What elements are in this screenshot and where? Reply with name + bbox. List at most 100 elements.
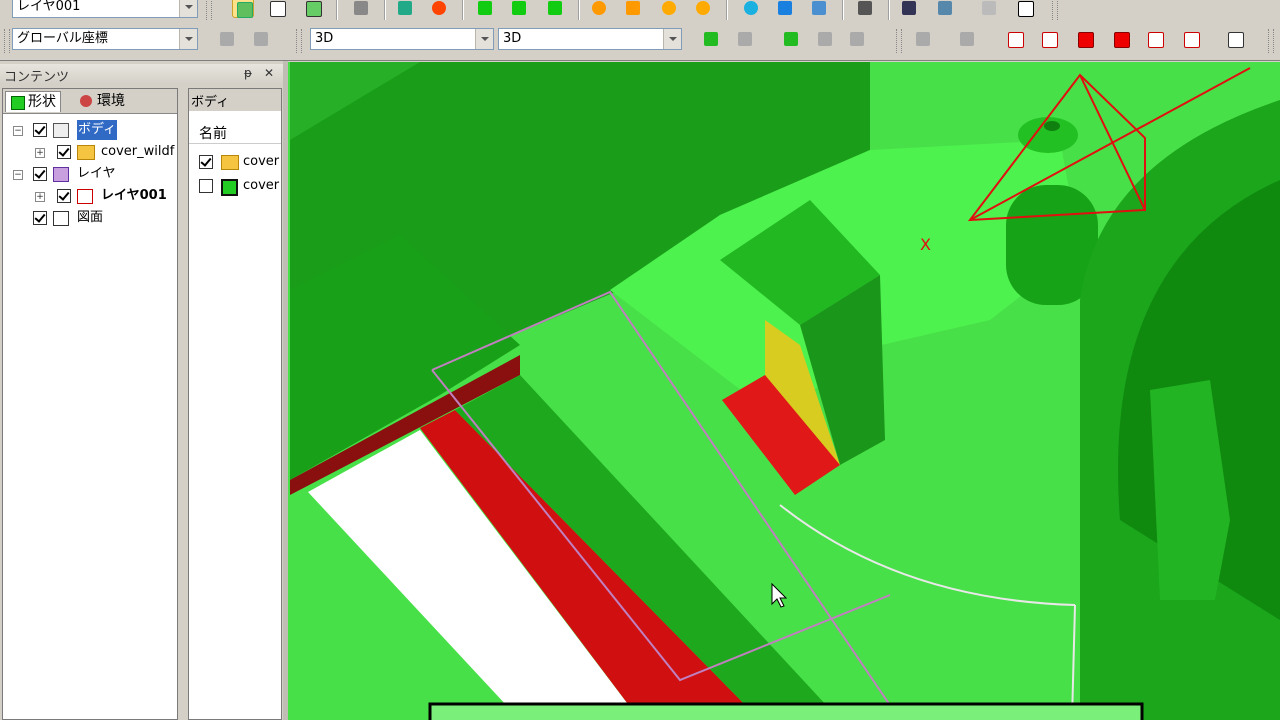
- disabled-tool-button[interactable]: [250, 29, 272, 49]
- move-tool-button[interactable]: [622, 0, 644, 18]
- checkbox[interactable]: [33, 167, 47, 181]
- toolbar-top: レイヤ001: [0, 0, 1280, 23]
- view-combo-1[interactable]: 3D: [310, 28, 494, 50]
- no-entry-tool-button[interactable]: [428, 0, 450, 18]
- disabled-tool-button[interactable]: [814, 29, 836, 49]
- tab-shape[interactable]: 形状: [5, 91, 61, 112]
- pick-tool-button[interactable]: [898, 0, 920, 18]
- zoom-icon: [812, 1, 826, 15]
- close-icon[interactable]: ✕: [264, 66, 274, 80]
- contents-title-bar: コンテンツ ᵽ ✕: [0, 64, 283, 85]
- toolbar-grip[interactable]: [4, 29, 10, 53]
- toolbar-grip[interactable]: [1268, 29, 1274, 53]
- checkbox[interactable]: [33, 211, 47, 225]
- tab-shape-label: 形状: [28, 94, 56, 110]
- view-cube-icon: [1078, 32, 1094, 48]
- disabled-tool-button[interactable]: [956, 29, 978, 49]
- toolbar-grip[interactable]: [1052, 0, 1058, 20]
- select-icon: [237, 2, 253, 18]
- view-combo-2[interactable]: 3D: [498, 28, 682, 50]
- view-combo-2-value: 3D: [503, 31, 522, 46]
- view-cube-button-6[interactable]: [1180, 29, 1202, 49]
- no-entry-icon: [432, 1, 446, 15]
- view-cube-icon: [1184, 32, 1200, 48]
- cube-tool-button-3[interactable]: [544, 0, 566, 18]
- chevron-down-icon: [663, 29, 681, 49]
- view-cube-button-4[interactable]: [1110, 29, 1132, 49]
- folder-icon: [221, 155, 239, 170]
- tree-item-label: 図面: [77, 210, 104, 225]
- collapse-icon[interactable]: −: [13, 126, 23, 136]
- view-cube-icon: [1148, 32, 1164, 48]
- disabled-tool-button[interactable]: [912, 29, 934, 49]
- layer-combo[interactable]: レイヤ001: [12, 0, 198, 18]
- toolbar-separator: [888, 0, 890, 20]
- disabled-icon: [960, 32, 974, 46]
- tree-tabs: 形状 環境: [3, 89, 177, 114]
- disabled-icon: [982, 1, 996, 15]
- view-cube-button-5[interactable]: [1144, 29, 1166, 49]
- toolbar-grip[interactable]: [296, 29, 302, 53]
- grid-tool-button[interactable]: [350, 0, 372, 18]
- toolbar-grip[interactable]: [206, 0, 212, 20]
- column-header-name[interactable]: 名前: [189, 119, 281, 144]
- list-item-label: cover: [243, 178, 280, 193]
- 3d-viewport[interactable]: X: [288, 62, 1280, 720]
- checkbox[interactable]: [199, 179, 213, 193]
- cube-icon: [548, 1, 562, 15]
- expand-icon[interactable]: +: [35, 192, 45, 202]
- chevron-down-icon: [179, 0, 197, 17]
- view-cube-button-1[interactable]: [1004, 29, 1026, 49]
- toolbar-separator: [726, 0, 728, 20]
- undo-tool-button[interactable]: [658, 0, 680, 18]
- redo-tool-button[interactable]: [692, 0, 714, 18]
- cube-tool-button-1[interactable]: [474, 0, 496, 18]
- checkbox[interactable]: [57, 145, 71, 159]
- checkbox[interactable]: [33, 123, 47, 137]
- coordinate-system-combo[interactable]: グローバル座標: [12, 28, 198, 50]
- fullscreen-tool-button[interactable]: [1014, 0, 1036, 18]
- view-cube-button-2[interactable]: [1038, 29, 1060, 49]
- view-cube-icon: [1008, 32, 1024, 48]
- view-cube-button-3[interactable]: [1074, 29, 1096, 49]
- shape-icon: [398, 1, 412, 15]
- pan-tool-button[interactable]: [774, 0, 796, 18]
- pan-icon: [778, 1, 792, 15]
- disabled-tool-button[interactable]: [216, 29, 238, 49]
- toolbar-separator: [336, 0, 338, 20]
- disabled-tool-button[interactable]: [978, 0, 1000, 18]
- collapse-icon[interactable]: −: [13, 170, 23, 180]
- expand-icon[interactable]: +: [35, 148, 45, 158]
- layer-icon: [704, 32, 718, 46]
- layer-tool-button-2[interactable]: [780, 29, 802, 49]
- select-tool-button[interactable]: [232, 0, 254, 18]
- copy-tool-button[interactable]: [266, 0, 288, 18]
- shape-tab-icon: [11, 96, 25, 110]
- paste-tool-button[interactable]: [302, 0, 324, 18]
- view-cube-icon: [1042, 32, 1058, 48]
- zoom-tool-button[interactable]: [808, 0, 830, 18]
- list-item[interactable]: cover: [199, 176, 281, 196]
- tree-item-label: ボディ: [77, 120, 118, 140]
- fullscreen-icon: [1018, 1, 1034, 17]
- rotate-tool-button[interactable]: [588, 0, 610, 18]
- disabled-tool-button[interactable]: [734, 29, 756, 49]
- pin-icon[interactable]: ᵽ: [244, 66, 252, 80]
- cylinder-hole: [1044, 121, 1060, 131]
- checkbox[interactable]: [57, 189, 71, 203]
- measure-tool-button[interactable]: [854, 0, 876, 18]
- copy-icon: [270, 1, 286, 17]
- tab-environment[interactable]: 環境: [75, 91, 129, 111]
- list-item[interactable]: cover: [199, 152, 281, 172]
- toolbar-second: グローバル座標 3D 3D: [0, 22, 1280, 61]
- light-tool-button[interactable]: [934, 0, 956, 18]
- shape-tool-button[interactable]: [394, 0, 416, 18]
- disabled-tool-button[interactable]: [846, 29, 868, 49]
- view-cube-button-7[interactable]: [1224, 29, 1246, 49]
- layer-tool-button-1[interactable]: [700, 29, 722, 49]
- checkbox[interactable]: [199, 155, 213, 169]
- list-item-label: cover: [243, 154, 280, 169]
- orbit-tool-button[interactable]: [740, 0, 762, 18]
- cube-tool-button-2[interactable]: [508, 0, 530, 18]
- toolbar-grip[interactable]: [896, 29, 902, 53]
